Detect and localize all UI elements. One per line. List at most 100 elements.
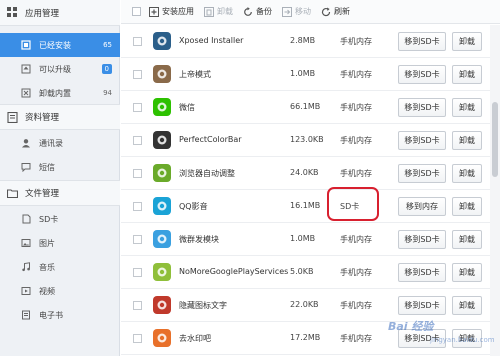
app-location: 手机内存 — [340, 334, 372, 343]
uninstall-app-button[interactable]: 卸载 — [452, 197, 482, 216]
app-name: 微群发模块 — [179, 235, 219, 244]
app-size: 17.2MB — [290, 333, 321, 342]
move-storage-button[interactable]: 移到SD卡 — [398, 164, 446, 183]
uninstall-app-button[interactable]: 卸载 — [452, 98, 482, 117]
section-title: 应用管理 — [25, 8, 60, 19]
sidebar-item-video[interactable]: 视频 — [0, 279, 120, 303]
toolbar: 安装应用 卸载 备份 移动 刷新 — [121, 0, 500, 24]
wechat-icon — [152, 97, 172, 117]
mass-send-icon — [152, 229, 172, 249]
row-checkbox[interactable] — [133, 301, 142, 310]
move-storage-button[interactable]: 移到SD卡 — [398, 65, 446, 84]
sidebar-item-music[interactable]: 音乐 — [0, 255, 120, 279]
uninstall-builtin-icon — [20, 88, 31, 99]
uninstall-app-button[interactable]: 卸载 — [452, 230, 482, 249]
row-checkbox[interactable] — [133, 268, 142, 277]
move-storage-button[interactable]: 移到SD卡 — [398, 296, 446, 315]
sidebar-item-label: 图片 — [39, 238, 55, 248]
app-location: 手机内存 — [340, 235, 372, 244]
install-app-button[interactable]: 安装应用 — [149, 6, 194, 17]
uninstall-app-button[interactable]: 卸载 — [452, 65, 482, 84]
move-storage-button[interactable]: 移到内存 — [398, 197, 446, 216]
sidebar-item-label: 电子书 — [39, 310, 63, 320]
hide-label-icon — [152, 295, 172, 315]
section-app-management[interactable]: 应用管理 — [0, 0, 120, 26]
app-size: 66.1MB — [290, 102, 321, 111]
sidebar-item-images[interactable]: 图片 — [0, 231, 120, 255]
browser-adjust-icon — [152, 163, 172, 183]
uninstall-app-button[interactable]: 卸载 — [452, 263, 482, 282]
data-icon — [7, 111, 18, 123]
scrollbar[interactable] — [490, 25, 500, 356]
app-size: 5.0KB — [290, 267, 314, 276]
move-storage-button[interactable]: 移到SD卡 — [398, 98, 446, 117]
move-storage-button[interactable]: 移到SD卡 — [398, 131, 446, 150]
move-icon — [282, 6, 292, 17]
sidebar-item-uninstall-builtin[interactable]: 卸载内置 94 — [0, 81, 120, 105]
sidebar-item-sms[interactable]: 短信 — [0, 155, 120, 179]
app-size: 2.8MB — [290, 36, 316, 45]
row-checkbox[interactable] — [133, 334, 142, 343]
row-checkbox[interactable] — [133, 202, 142, 211]
move-storage-button[interactable]: 移到SD卡 — [398, 32, 446, 51]
backup-button[interactable]: 备份 — [243, 6, 272, 17]
app-name: 去水印吧 — [179, 334, 211, 343]
count-badge: 0 — [101, 64, 112, 74]
app-row[interactable]: 浏览器自动调整 24.0KB 手机内存 移到SD卡 卸载 — [121, 157, 490, 190]
row-checkbox[interactable] — [133, 70, 142, 79]
app-location: 手机内存 — [340, 136, 372, 145]
sidebar-item-label: 视频 — [39, 286, 55, 296]
section-data-management[interactable]: 资料管理 — [0, 104, 120, 130]
app-size: 123.0KB — [290, 135, 324, 144]
app-location: 手机内存 — [340, 70, 372, 79]
xposed-icon — [152, 31, 172, 51]
row-checkbox[interactable] — [133, 37, 142, 46]
app-name: 隐藏图标文字 — [179, 301, 227, 310]
sidebar-item-contacts[interactable]: 通讯录 — [0, 131, 120, 155]
app-row[interactable]: Xposed Installer 2.8MB 手机内存 移到SD卡 卸载 — [121, 25, 490, 58]
app-size: 16.1MB — [290, 201, 321, 210]
app-row[interactable]: NoMoreGooglePlayServices 5.0KB 手机内存 移到SD卡 卸载 — [121, 256, 490, 289]
sidebar-item-upgradable[interactable]: 可以升级 0 — [0, 57, 120, 81]
app-row[interactable]: 微群发模块 1.0MB 手机内存 移到SD卡 卸载 — [121, 223, 490, 256]
count-label: 65 — [103, 41, 112, 49]
app-row[interactable]: QQ影音 16.1MB SD卡 移到内存 卸载 — [121, 190, 490, 223]
section-file-management[interactable]: 文件管理 — [0, 180, 120, 206]
uninstall-button[interactable]: 卸载 — [204, 6, 233, 17]
app-size: 24.0KB — [290, 168, 319, 177]
uninstall-app-button[interactable]: 卸载 — [452, 296, 482, 315]
app-row[interactable]: 隐藏图标文字 22.0KB 手机内存 移到SD卡 卸载 — [121, 289, 490, 322]
sidebar: 应用管理 已经安装 65 可以升级 0 卸载内置 94 资料管理 通讯录 短信 … — [0, 0, 120, 356]
watermark-logo: Bai 经验 — [388, 320, 434, 333]
row-checkbox[interactable] — [133, 169, 142, 178]
uninstall-app-button[interactable]: 卸载 — [452, 131, 482, 150]
app-name: NoMoreGooglePlayServices — [179, 267, 289, 276]
scrollbar-thumb[interactable] — [492, 102, 498, 177]
sidebar-item-label: 可以升级 — [39, 64, 71, 74]
row-checkbox[interactable] — [133, 103, 142, 112]
app-row[interactable]: 微信 66.1MB 手机内存 移到SD卡 卸载 — [121, 91, 490, 124]
sidebar-item-installed[interactable]: 已经安装 65 — [0, 33, 120, 57]
app-grid-icon — [7, 7, 18, 18]
sidebar-item-ebook[interactable]: 电子书 — [0, 303, 120, 327]
app-name: PerfectColorBar — [179, 135, 242, 144]
uninstall-app-button[interactable]: 卸载 — [452, 32, 482, 51]
move-button[interactable]: 移动 — [282, 6, 311, 17]
app-name: 微信 — [179, 103, 195, 112]
move-storage-button[interactable]: 移到SD卡 — [398, 263, 446, 282]
move-storage-button[interactable]: 移到SD卡 — [398, 230, 446, 249]
plus-icon — [149, 6, 159, 17]
row-checkbox[interactable] — [133, 136, 142, 145]
trash-icon — [204, 6, 214, 17]
sidebar-item-label: 已经安装 — [39, 40, 71, 50]
select-all-checkbox[interactable] — [132, 7, 141, 16]
row-checkbox[interactable] — [133, 235, 142, 244]
app-row[interactable]: 上帝模式 1.0MB 手机内存 移到SD卡 卸载 — [121, 58, 490, 91]
refresh-label: 刷新 — [334, 7, 350, 16]
uninstall-app-button[interactable]: 卸载 — [452, 164, 482, 183]
refresh-button[interactable]: 刷新 — [321, 6, 350, 17]
app-size: 1.0MB — [290, 69, 316, 78]
sidebar-item-sdcard[interactable]: SD卡 — [0, 207, 120, 231]
app-row[interactable]: PerfectColorBar 123.0KB 手机内存 移到SD卡 卸载 — [121, 124, 490, 157]
app-location: 手机内存 — [340, 37, 372, 46]
